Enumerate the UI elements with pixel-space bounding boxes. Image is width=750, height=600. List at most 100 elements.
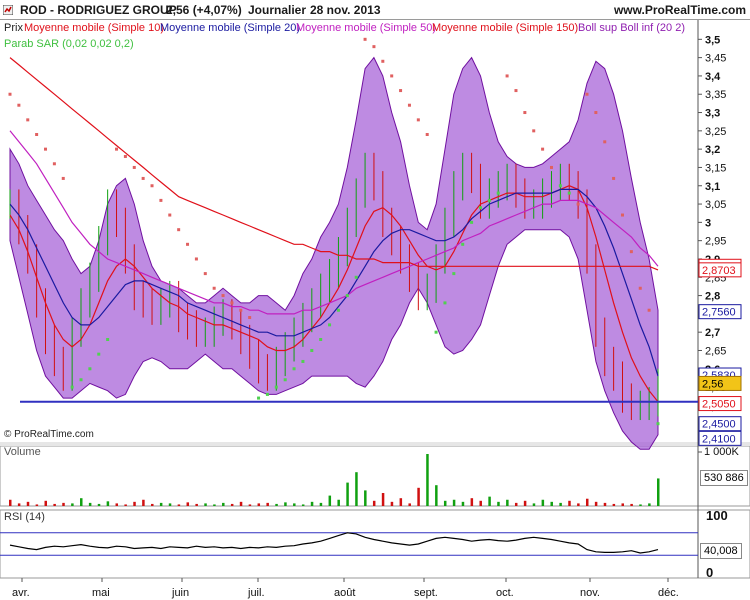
y-tick-label: 3,1 xyxy=(705,181,720,193)
legend-price: Prix xyxy=(4,22,23,34)
rsi-last-tag: 40,008 xyxy=(700,543,742,559)
sar-dot xyxy=(159,198,163,202)
volume-bar xyxy=(523,500,527,506)
sar-dot xyxy=(416,118,420,122)
volume-bar xyxy=(479,500,482,506)
volume-bar xyxy=(195,503,198,506)
x-tick-label: mai xyxy=(92,587,110,599)
sar-dot xyxy=(221,294,225,298)
volume-bar xyxy=(639,504,642,506)
sar-dot xyxy=(478,206,482,210)
sar-dot xyxy=(647,308,651,312)
sar-dot xyxy=(106,338,110,341)
sar-dot xyxy=(248,316,252,320)
y-tick-label: 3,2 xyxy=(705,144,720,156)
sar-dot xyxy=(496,191,500,195)
sar-dot xyxy=(514,89,518,93)
sar-dot xyxy=(35,133,39,136)
y-tick-label: 3,3 xyxy=(705,108,720,120)
x-tick-label: oct. xyxy=(496,587,514,599)
sar-dot xyxy=(558,184,562,188)
volume-last-tag: 530 886 xyxy=(700,470,748,486)
volume-bar xyxy=(541,499,545,506)
legend-sar: Parab SAR (0,02 0,02 0,2) xyxy=(4,38,134,50)
sar-dot xyxy=(390,74,394,78)
volume-panel xyxy=(0,445,750,507)
volume-bar xyxy=(62,502,65,506)
sar-dot xyxy=(257,396,261,400)
sar-dot xyxy=(425,133,429,136)
legend-ma50: Moyenne mobile (Simple 50) xyxy=(296,22,437,34)
sar-dot xyxy=(17,103,21,107)
y-tick-label: 3,05 xyxy=(705,199,726,211)
volume-bar xyxy=(71,503,74,506)
y-tick-label: 3,5 xyxy=(705,34,720,46)
y-tick-label: 2,7 xyxy=(705,327,720,339)
sar-dot xyxy=(434,330,438,334)
sar-dot xyxy=(123,154,127,158)
sar-dot xyxy=(301,359,305,363)
volume-bar xyxy=(159,502,163,506)
volume-bar xyxy=(35,504,39,506)
volume-bar xyxy=(230,503,234,506)
sar-dot xyxy=(292,367,296,371)
volume-bar xyxy=(559,502,562,506)
sar-dot xyxy=(567,191,571,195)
volume-bar xyxy=(266,502,269,506)
y-tick-label: 2,95 xyxy=(705,236,726,248)
sar-dot xyxy=(638,286,642,290)
volume-bar xyxy=(257,503,261,506)
rsi-tick-min: 0 xyxy=(706,565,714,580)
volume-bar xyxy=(488,496,491,506)
volume-bar xyxy=(364,490,367,506)
sar-dot xyxy=(594,111,598,115)
price-tag-label: 2,5050 xyxy=(702,399,736,411)
volume-bar xyxy=(390,501,394,506)
chart-menu-icon[interactable] xyxy=(3,5,13,15)
volume-bar xyxy=(177,504,181,506)
price-tag-label: 2,56 xyxy=(702,378,723,390)
stock-chart: 3,5 3,45 3,4 3,35 3,3 3,25 3,2 3,15 3,1 3,05 3 2,95… xyxy=(0,20,750,599)
chart-date: 28 nov. 2013 xyxy=(310,3,381,17)
sar-dot xyxy=(381,59,385,63)
sar-dot xyxy=(603,140,607,144)
sar-dot xyxy=(26,118,30,122)
period-label: Journalier xyxy=(248,3,307,17)
x-tick-label: juil. xyxy=(247,587,265,599)
volume-bar xyxy=(612,503,616,506)
sar-dot xyxy=(576,202,580,206)
sar-dot xyxy=(194,257,198,261)
volume-bar xyxy=(426,454,429,506)
sar-dot xyxy=(319,338,323,341)
sar-dot xyxy=(470,220,474,224)
volume-bar xyxy=(97,503,101,506)
sar-dot xyxy=(336,308,340,312)
volume-bar xyxy=(151,503,154,506)
volume-bar xyxy=(275,503,278,506)
volume-bar xyxy=(319,502,323,506)
ticker-title: ROD - RODRIGUEZ GROUP xyxy=(20,3,177,17)
sar-dot xyxy=(132,165,136,169)
volume-bar xyxy=(328,495,332,506)
volume-bar xyxy=(452,499,456,506)
volume-bar xyxy=(346,482,349,506)
sar-dot xyxy=(656,422,660,426)
volume-bar xyxy=(443,500,447,506)
rsi-panel xyxy=(0,509,750,579)
volume-bar xyxy=(337,499,340,506)
legend-ma20: Moyenne mobile (Simple 20) xyxy=(160,22,301,34)
sar-dot xyxy=(452,272,456,276)
chart-header: ROD - RODRIGUEZ GROUP 2,56 (+4,07%) Jour… xyxy=(0,0,750,20)
volume-bar xyxy=(106,501,110,506)
sar-dot xyxy=(97,352,101,356)
sar-dot xyxy=(44,147,48,151)
y-tick-label: 2,65 xyxy=(705,345,726,357)
sar-dot xyxy=(549,165,553,169)
price-tag-label: 2,4100 xyxy=(702,433,736,445)
volume-bar xyxy=(204,503,207,506)
volume-bar xyxy=(497,501,500,506)
sar-dot xyxy=(52,162,56,166)
volume-bar xyxy=(381,493,385,506)
volume-bar xyxy=(213,504,216,506)
volume-bar xyxy=(168,503,172,506)
